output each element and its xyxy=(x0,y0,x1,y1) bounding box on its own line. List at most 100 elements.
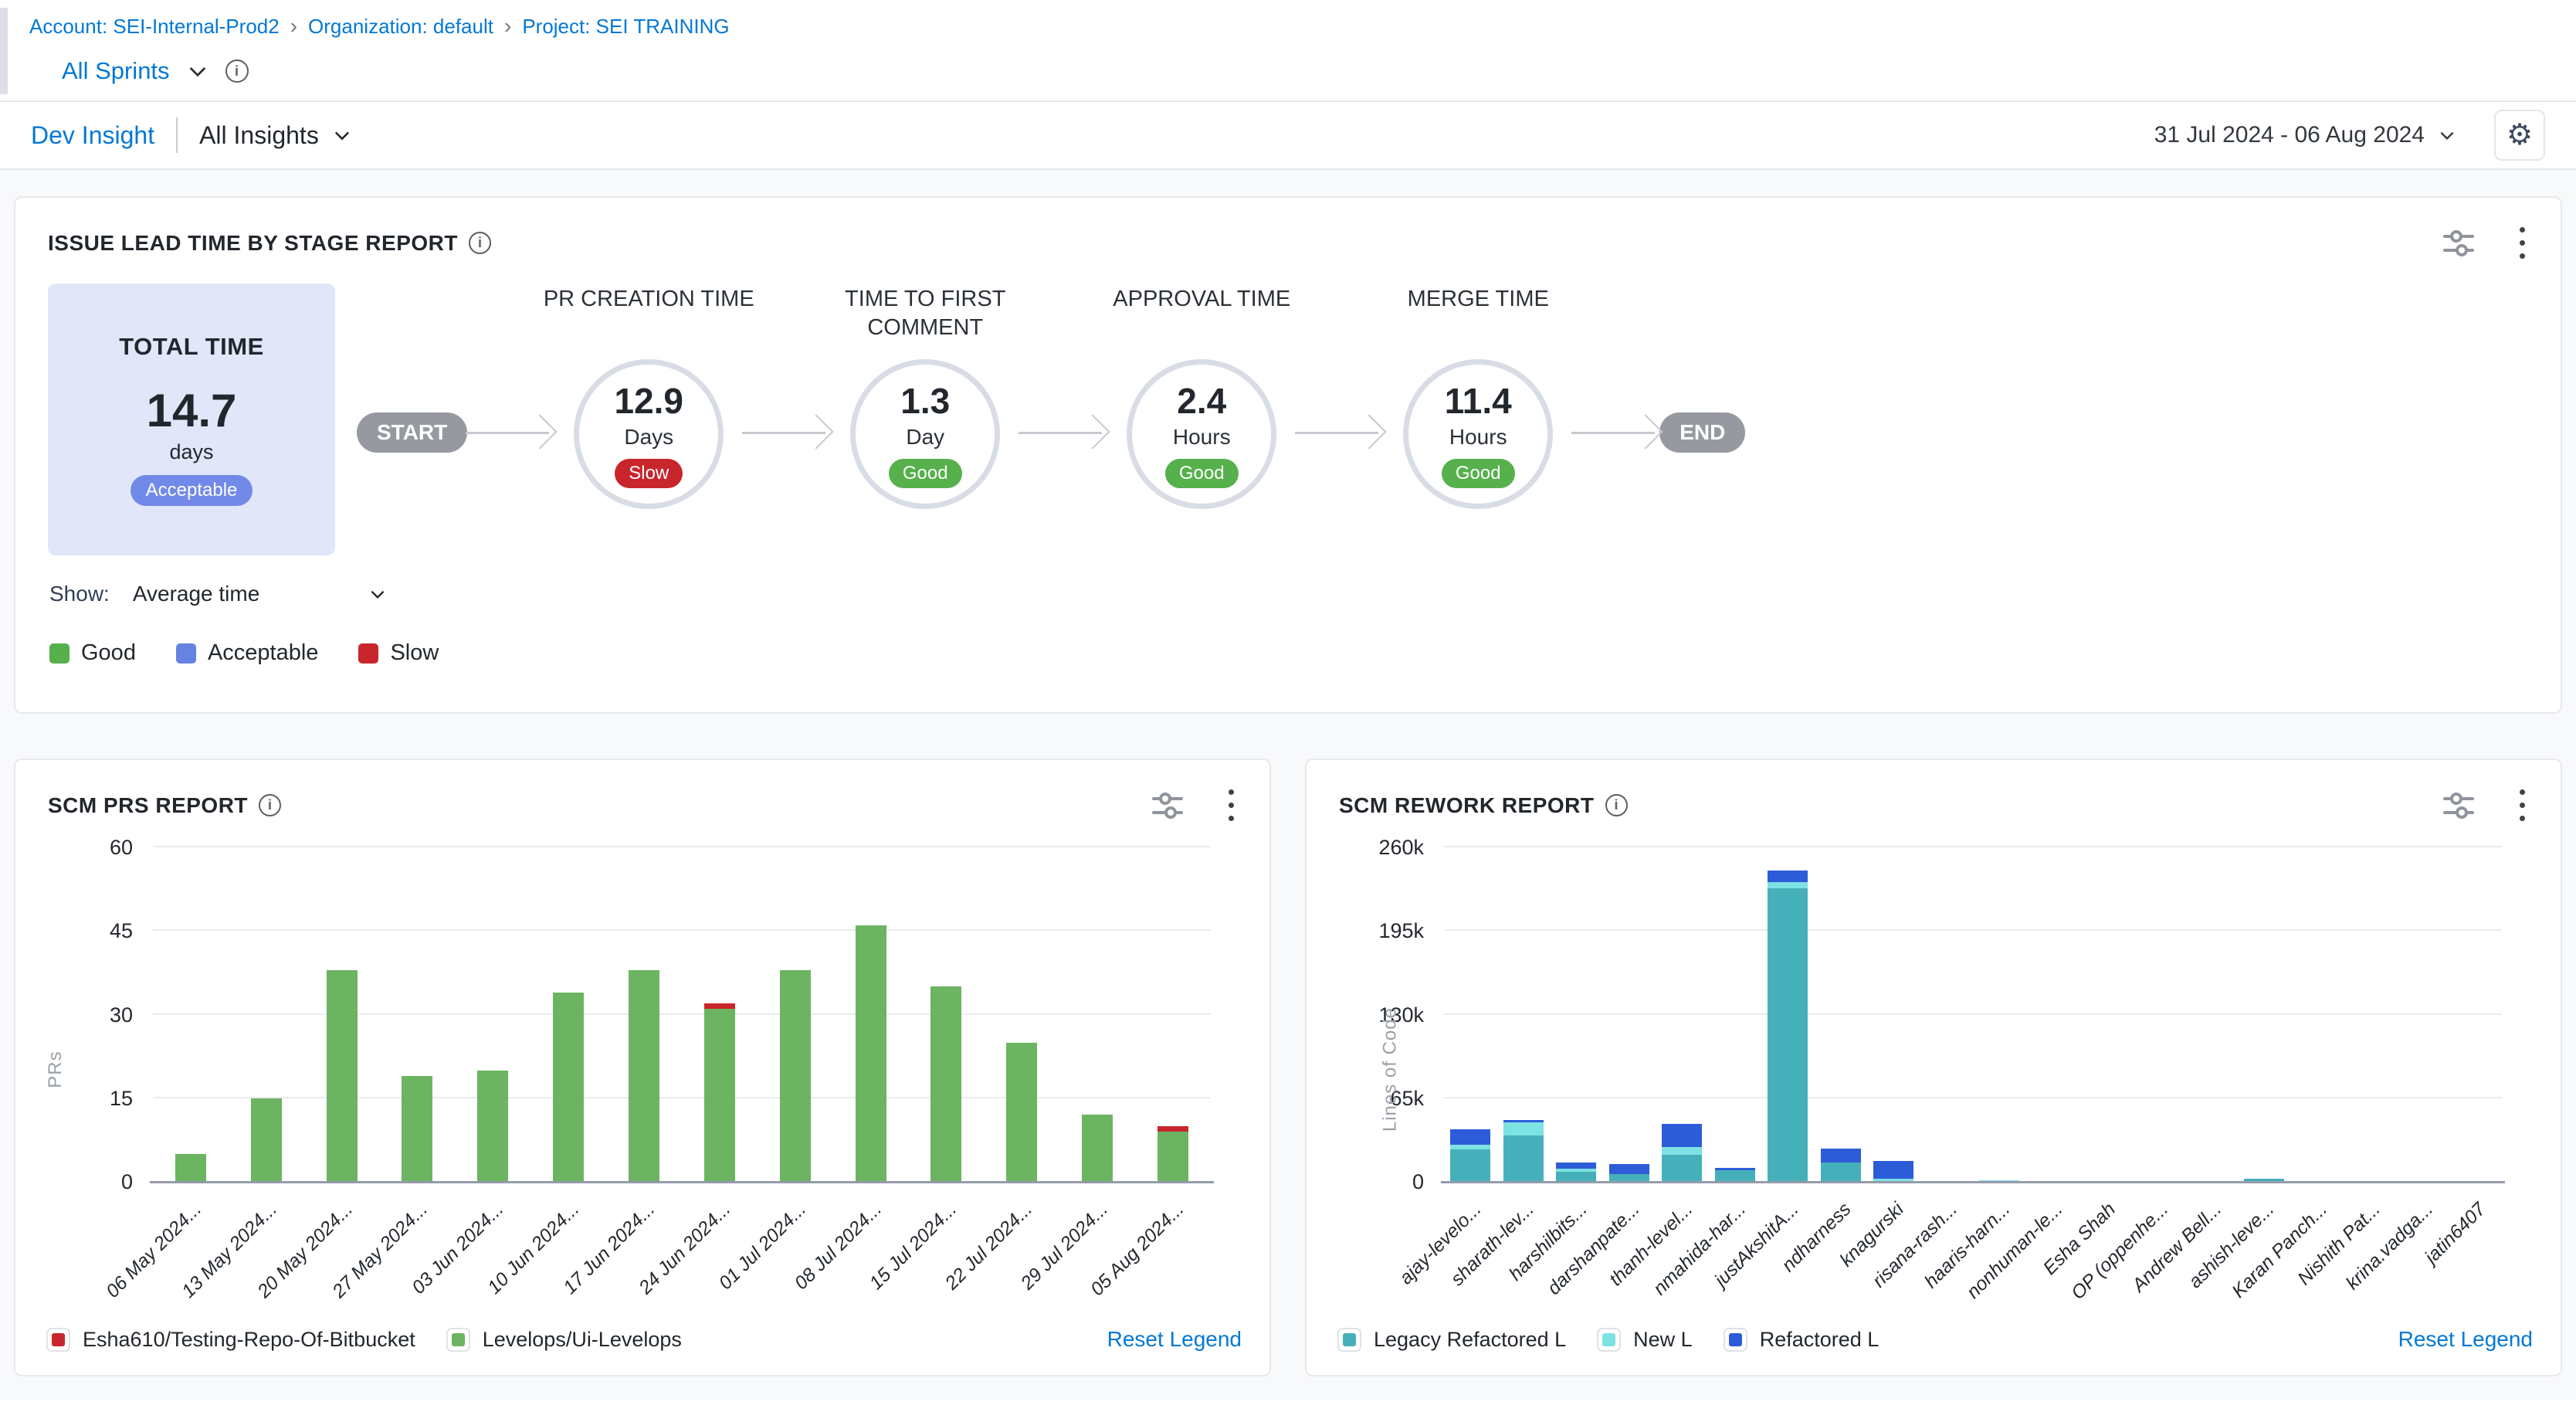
bar[interactable] xyxy=(1927,847,1967,1182)
bar[interactable] xyxy=(1979,847,2019,1182)
bar-segment[interactable] xyxy=(327,970,358,1182)
bar[interactable] xyxy=(629,847,659,1182)
bar-segment[interactable] xyxy=(1768,871,1808,882)
legend-item[interactable]: Esha610/Testing-Repo-Of-Bitbucket xyxy=(46,1328,415,1352)
bar[interactable] xyxy=(402,847,432,1182)
bar-segment[interactable] xyxy=(1768,882,1808,888)
bar-segment[interactable] xyxy=(856,925,886,1182)
bar-segment[interactable] xyxy=(1768,888,1808,1182)
kebab-menu-icon[interactable] xyxy=(1225,786,1237,824)
bar[interactable] xyxy=(1662,847,1702,1182)
bar-segment[interactable] xyxy=(1821,1149,1861,1163)
bar-segment[interactable] xyxy=(1609,1164,1649,1174)
reset-legend-link[interactable]: Reset Legend xyxy=(2398,1327,2533,1352)
bar-segment[interactable] xyxy=(1082,1115,1113,1182)
filter-sliders-icon[interactable] xyxy=(1150,789,1185,823)
bar[interactable] xyxy=(1768,847,1808,1182)
bar-segment[interactable] xyxy=(175,1154,206,1182)
bar-segment[interactable] xyxy=(1556,1163,1596,1168)
bar-segment[interactable] xyxy=(1503,1135,1544,1182)
bar[interactable] xyxy=(251,847,282,1182)
chevron-down-icon[interactable] xyxy=(185,59,210,83)
bar[interactable] xyxy=(2296,847,2337,1182)
breadcrumb-item[interactable]: Organization: default xyxy=(308,15,493,39)
sprint-selector[interactable]: All Sprints xyxy=(62,57,170,85)
stage-circle[interactable]: 12.9DaysSlow xyxy=(574,359,724,509)
bar[interactable] xyxy=(2350,847,2390,1182)
stage-circle[interactable]: 1.3DayGood xyxy=(850,359,1000,509)
bar-segment[interactable] xyxy=(1662,1155,1702,1182)
bar-segment[interactable] xyxy=(1006,1043,1037,1182)
info-icon[interactable]: i xyxy=(225,59,249,83)
bar-segment[interactable] xyxy=(251,1098,282,1182)
bar-segment[interactable] xyxy=(1158,1132,1188,1182)
bar-segment[interactable] xyxy=(1450,1145,1490,1150)
legend-item[interactable]: Legacy Refactored L xyxy=(1337,1328,1566,1352)
bar-segment[interactable] xyxy=(553,993,584,1182)
bar[interactable] xyxy=(1158,847,1188,1182)
kebab-menu-icon[interactable] xyxy=(2517,224,2528,262)
bar[interactable] xyxy=(1715,847,1755,1182)
bar-segment[interactable] xyxy=(629,970,659,1182)
show-metric-select[interactable]: Average time xyxy=(133,582,388,606)
bar[interactable] xyxy=(175,847,206,1182)
bar[interactable] xyxy=(2085,847,2125,1182)
lead-time-legend: GoodAcceptableSlow xyxy=(49,640,2561,666)
bar[interactable] xyxy=(1082,847,1113,1182)
bar-segment[interactable] xyxy=(1450,1149,1490,1182)
bar[interactable] xyxy=(704,847,735,1182)
bar-segment[interactable] xyxy=(402,1076,432,1182)
insights-dropdown[interactable]: All Insights xyxy=(199,121,353,150)
bar-segment[interactable] xyxy=(1556,1172,1596,1182)
date-range-picker[interactable]: 31 Jul 2024 - 06 Aug 2024 xyxy=(2154,122,2457,148)
bar[interactable] xyxy=(780,847,811,1182)
filter-sliders-icon[interactable] xyxy=(2441,226,2476,260)
bar-segment[interactable] xyxy=(704,1003,735,1009)
insight-title-link[interactable]: Dev Insight xyxy=(31,121,154,150)
bar[interactable] xyxy=(1609,847,1649,1182)
bar-segment[interactable] xyxy=(1821,1163,1861,1182)
legend-item[interactable]: Refactored L xyxy=(1724,1328,1879,1352)
bar[interactable] xyxy=(1821,847,1861,1182)
bar-segment[interactable] xyxy=(1662,1124,1702,1147)
bar[interactable] xyxy=(1006,847,1037,1182)
bar-segment[interactable] xyxy=(1450,1129,1490,1145)
stage-circle[interactable]: 11.4HoursGood xyxy=(1403,359,1553,509)
bar[interactable] xyxy=(2244,847,2284,1182)
bar[interactable] xyxy=(2032,847,2073,1182)
bar-segment[interactable] xyxy=(1873,1161,1913,1179)
info-icon[interactable]: i xyxy=(469,232,491,254)
bar[interactable] xyxy=(2138,847,2178,1182)
reset-legend-link[interactable]: Reset Legend xyxy=(1107,1327,1242,1352)
info-icon[interactable]: i xyxy=(1605,794,1628,816)
bar[interactable] xyxy=(1503,847,1544,1182)
bar-segment[interactable] xyxy=(1503,1122,1544,1135)
bar-segment[interactable] xyxy=(1715,1170,1755,1182)
bar[interactable] xyxy=(1556,847,1596,1182)
bar-segment[interactable] xyxy=(930,986,961,1182)
stage-circle[interactable]: 2.4HoursGood xyxy=(1127,359,1276,509)
breadcrumb-item[interactable]: Account: SEI-Internal-Prod2 xyxy=(29,15,280,39)
bar[interactable] xyxy=(2191,847,2231,1182)
bar-segment[interactable] xyxy=(1158,1126,1188,1132)
bar-segment[interactable] xyxy=(477,1071,508,1182)
filter-sliders-icon[interactable] xyxy=(2441,789,2476,823)
kebab-menu-icon[interactable] xyxy=(2517,786,2528,824)
bar[interactable] xyxy=(1873,847,1913,1182)
bar[interactable] xyxy=(477,847,508,1182)
settings-button[interactable]: ⚙ xyxy=(2494,110,2545,161)
bar[interactable] xyxy=(327,847,358,1182)
bar-segment[interactable] xyxy=(1662,1147,1702,1155)
bar[interactable] xyxy=(930,847,961,1182)
legend-item[interactable]: Levelops/Ui-Levelops xyxy=(446,1328,682,1352)
bar-segment[interactable] xyxy=(780,970,811,1182)
bar[interactable] xyxy=(553,847,584,1182)
bar[interactable] xyxy=(856,847,886,1182)
breadcrumb-item[interactable]: Project: SEI TRAINING xyxy=(522,15,729,39)
info-icon[interactable]: i xyxy=(259,794,281,816)
bar[interactable] xyxy=(1450,847,1490,1182)
legend-item[interactable]: New L xyxy=(1597,1328,1693,1352)
bar[interactable] xyxy=(2402,847,2442,1182)
bar-segment[interactable] xyxy=(704,1009,735,1182)
bar[interactable] xyxy=(2456,847,2496,1182)
